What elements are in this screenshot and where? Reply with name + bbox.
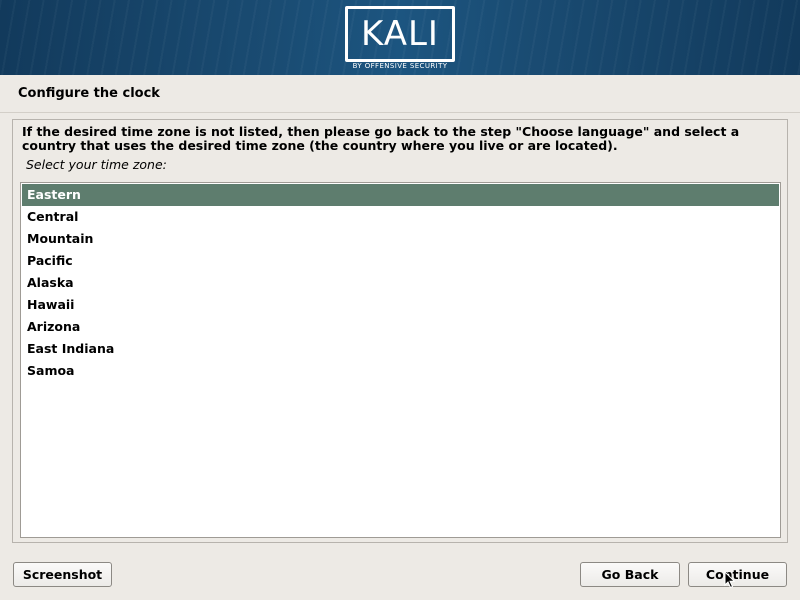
timezone-item-hawaii[interactable]: Hawaii [22,294,779,316]
timezone-item-alaska[interactable]: Alaska [22,272,779,294]
continue-button[interactable]: Continue [688,562,787,587]
timezone-item-arizona[interactable]: Arizona [22,316,779,338]
page-title: Configure the clock [18,86,160,101]
kali-logo: KALI [345,6,455,62]
timezone-prompt: Select your time zone: [26,157,167,172]
logo-subtext: BY OFFENSIVE SECURITY [352,62,448,70]
screenshot-button[interactable]: Screenshot [13,562,112,587]
description-text: If the desired time zone is not listed, … [22,124,740,153]
logo-text: KALI [361,14,439,54]
timezone-item-samoa[interactable]: Samoa [22,360,779,382]
timezone-list[interactable]: Eastern Central Mountain Pacific Alaska … [20,182,781,538]
timezone-item-east-indiana[interactable]: East Indiana [22,338,779,360]
timezone-item-eastern[interactable]: Eastern [22,184,779,206]
go-back-button[interactable]: Go Back [580,562,680,587]
content-panel: If the desired time zone is not listed, … [12,119,788,543]
timezone-item-central[interactable]: Central [22,206,779,228]
timezone-item-mountain[interactable]: Mountain [22,228,779,250]
timezone-item-pacific[interactable]: Pacific [22,250,779,272]
mouse-pointer-icon [724,571,736,589]
kali-banner: KALI BY OFFENSIVE SECURITY [0,0,800,75]
title-divider [0,112,800,113]
